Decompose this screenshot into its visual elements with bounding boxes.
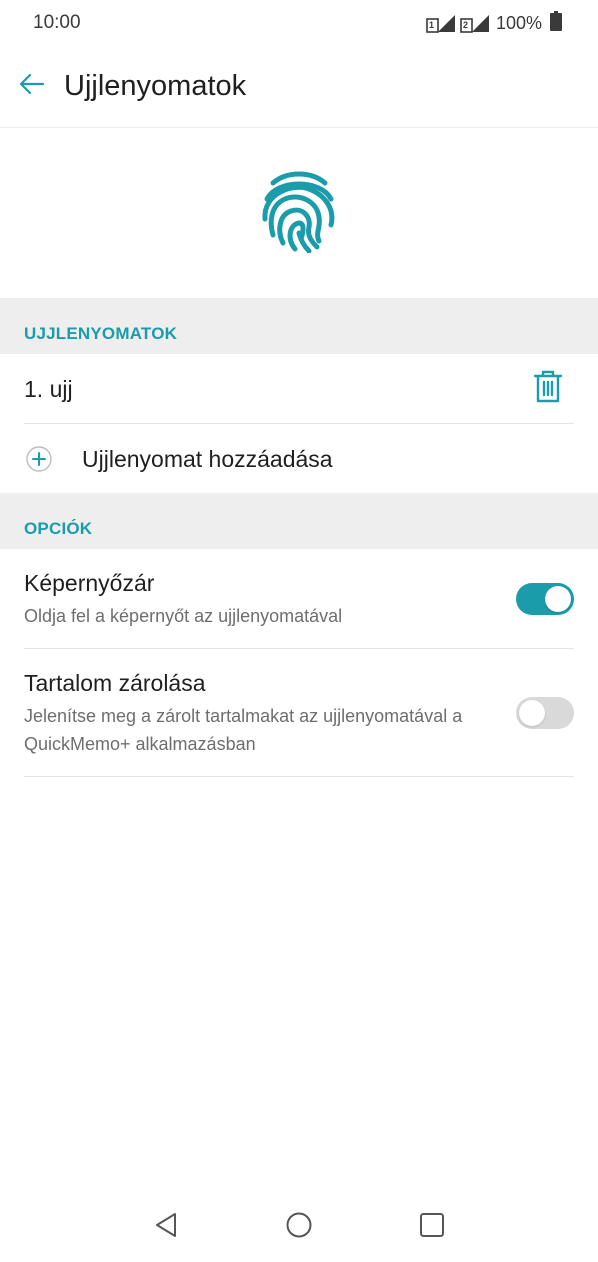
sim2-label: 2 bbox=[462, 20, 468, 30]
add-fingerprint-row[interactable]: Ujjlenyomat hozzáadása bbox=[0, 424, 598, 494]
delete-fingerprint-button[interactable] bbox=[528, 369, 568, 409]
screen-lock-subtitle: Oldja fel a képernyőt az ujjlenyomatával bbox=[24, 606, 343, 626]
toggle-knob bbox=[545, 586, 571, 612]
battery-percent: 100% bbox=[495, 12, 542, 33]
fingerprints-section-title: UJJLENYOMATOK bbox=[24, 324, 178, 343]
add-circle-icon bbox=[25, 445, 53, 473]
sim2-signal-icon: 2 bbox=[460, 13, 490, 33]
content-lock-subtitle: Jelenítse meg a zárolt tartalmakat az uj… bbox=[24, 706, 463, 754]
fingerprints-section-header: UJJLENYOMATOK bbox=[0, 298, 598, 354]
fingerprint-hero bbox=[0, 128, 598, 298]
nav-home-circle-icon bbox=[285, 1211, 313, 1244]
fingerprint-settings-screen: 10:00 1 2 100% Ujjlenyomatok UJJLENYOMAT… bbox=[0, 0, 598, 1262]
app-toolbar: Ujjlenyomatok bbox=[0, 46, 598, 128]
fingerprint-item-label: 1. ujj bbox=[24, 375, 73, 402]
sim1-signal-icon: 1 bbox=[426, 13, 456, 33]
toggle-knob bbox=[519, 700, 545, 726]
nav-home-button[interactable] bbox=[275, 1203, 323, 1251]
content-lock-option-row[interactable]: Tartalom zárolása Jelenítse meg a zárolt… bbox=[0, 649, 598, 777]
content-lock-toggle[interactable] bbox=[516, 697, 574, 729]
screen-lock-title: Képernyőzár bbox=[24, 570, 155, 596]
screen-lock-option-row[interactable]: Képernyőzár Oldja fel a képernyőt az ujj… bbox=[0, 549, 598, 649]
screen-lock-texts: Képernyőzár Oldja fel a képernyőt az ujj… bbox=[24, 568, 516, 630]
system-nav-bar bbox=[0, 1192, 598, 1262]
nav-back-button[interactable] bbox=[142, 1203, 190, 1251]
battery-icon bbox=[550, 10, 562, 36]
arrow-left-icon bbox=[19, 73, 45, 100]
add-fingerprint-label: Ujjlenyomat hozzáadása bbox=[82, 445, 333, 472]
nav-recents-square-icon bbox=[418, 1211, 446, 1244]
status-bar: 10:00 1 2 100% bbox=[0, 0, 598, 46]
nav-recents-button[interactable] bbox=[408, 1203, 456, 1251]
back-button[interactable] bbox=[0, 46, 64, 128]
screen-lock-toggle[interactable] bbox=[516, 583, 574, 615]
options-section-header: OPCIÓK bbox=[0, 493, 598, 549]
page-title: Ujjlenyomatok bbox=[64, 70, 247, 102]
content-lock-title: Tartalom zárolása bbox=[24, 670, 206, 696]
sim1-label: 1 bbox=[428, 20, 434, 30]
fingerprint-icon bbox=[259, 169, 339, 258]
status-indicators: 1 2 100% bbox=[426, 10, 562, 36]
content-lock-texts: Tartalom zárolása Jelenítse meg a zárolt… bbox=[24, 668, 516, 758]
fingerprint-item-row[interactable]: 1. ujj bbox=[0, 354, 598, 424]
trash-icon bbox=[533, 370, 563, 409]
nav-back-triangle-icon bbox=[153, 1211, 179, 1244]
status-time: 10:00 bbox=[33, 12, 81, 33]
divider bbox=[24, 776, 574, 777]
options-section-title: OPCIÓK bbox=[24, 519, 93, 538]
